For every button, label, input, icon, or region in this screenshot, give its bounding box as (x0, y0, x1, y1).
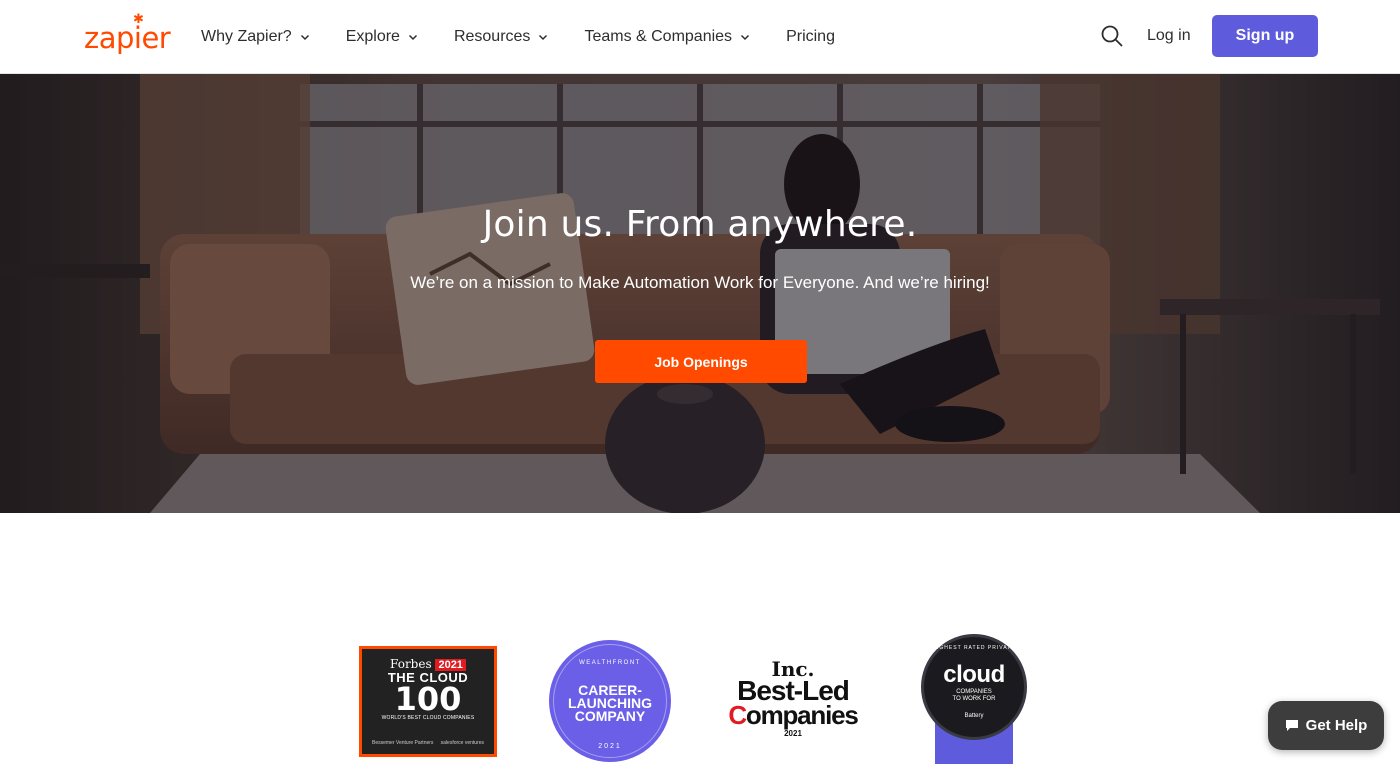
cloud-word: cloud (943, 661, 1005, 688)
nav-explore[interactable]: Explore (346, 28, 418, 46)
hero-title: Join us. From anywhere. (482, 204, 918, 245)
chat-icon (1285, 720, 1298, 731)
get-help-button[interactable]: Get Help (1268, 701, 1384, 750)
signup-button[interactable]: Sign up (1212, 15, 1318, 57)
hero-section: Join us. From anywhere. We’re on a missi… (0, 74, 1400, 513)
nav-resources[interactable]: Resources (454, 28, 548, 46)
inc-line2-post: ompanies (745, 700, 859, 730)
forbes-brand: Forbes (390, 657, 432, 671)
inc-line2-pre: C (728, 700, 747, 730)
forbes-line3: WORLD'S BEST CLOUD COMPANIES (381, 715, 475, 721)
hero-overlay (0, 74, 1400, 513)
inc-year: 2021 (784, 729, 802, 738)
forbes-cloud-100-badge: Forbes 2021 THE CLOUD 100 WORLD'S BEST C… (359, 646, 497, 757)
chevron-down-icon (408, 34, 417, 41)
chevron-down-icon (539, 34, 548, 41)
nav-label: Teams & Companies (584, 28, 733, 45)
nav-label: Explore (345, 28, 400, 45)
nav-label: Resources (453, 28, 531, 45)
get-help-label: Get Help (1305, 717, 1368, 734)
chevron-down-icon (300, 34, 309, 41)
main-nav: Why Zapier? Explore Resources Teams & Co… (201, 0, 871, 74)
forbes-foot-right: salesforce ventures (440, 740, 484, 746)
cloud-sponsor: Battery (964, 713, 984, 719)
inc-best-led-badge: Inc. Best-Led Companies 2021 (722, 659, 864, 749)
cloud-companies-badge: HIGHEST RATED PRIVATE cloud COMPANIES TO… (921, 634, 1027, 764)
forbes-foot-left: Bessemer Venture Partners (372, 740, 434, 746)
zapier-logo[interactable]: ✱ zapier (84, 11, 174, 55)
career-launching-badge: WEALTHFRONT CAREER- LAUNCHING COMPANY 20… (549, 640, 671, 762)
search-icon[interactable] (1100, 24, 1124, 48)
nav-label: Pricing (786, 28, 835, 45)
chevron-down-icon (741, 34, 750, 41)
cloud-top: HIGHEST RATED PRIVATE (932, 645, 1016, 651)
nav-pricing[interactable]: Pricing (786, 28, 835, 46)
forbes-line2: 100 (394, 680, 462, 718)
career-line3: COMPANY (574, 708, 646, 724)
job-openings-button[interactable]: Job Openings (595, 340, 807, 383)
cloud-line2: TO WORK FOR (952, 696, 996, 702)
inc-line2: Companies (722, 700, 864, 730)
career-top: WEALTHFRONT (579, 660, 641, 666)
logo-text: zapier (84, 21, 171, 55)
badge-circle: HIGHEST RATED PRIVATE cloud COMPANIES TO… (921, 634, 1027, 740)
awards-section: Forbes 2021 THE CLOUD 100 WORLD'S BEST C… (0, 513, 1400, 764)
site-header: ✱ zapier Why Zapier? Explore Resources T… (0, 0, 1400, 74)
nav-label: Why Zapier? (201, 28, 292, 45)
login-link[interactable]: Log in (1147, 27, 1191, 45)
cloud-line1: COMPANIES (956, 689, 992, 695)
nav-why-zapier[interactable]: Why Zapier? (201, 28, 310, 46)
nav-teams-companies[interactable]: Teams & Companies (584, 28, 750, 46)
hero-subtitle: We’re on a mission to Make Automation Wo… (410, 273, 990, 292)
career-year: 2021 (598, 743, 622, 750)
